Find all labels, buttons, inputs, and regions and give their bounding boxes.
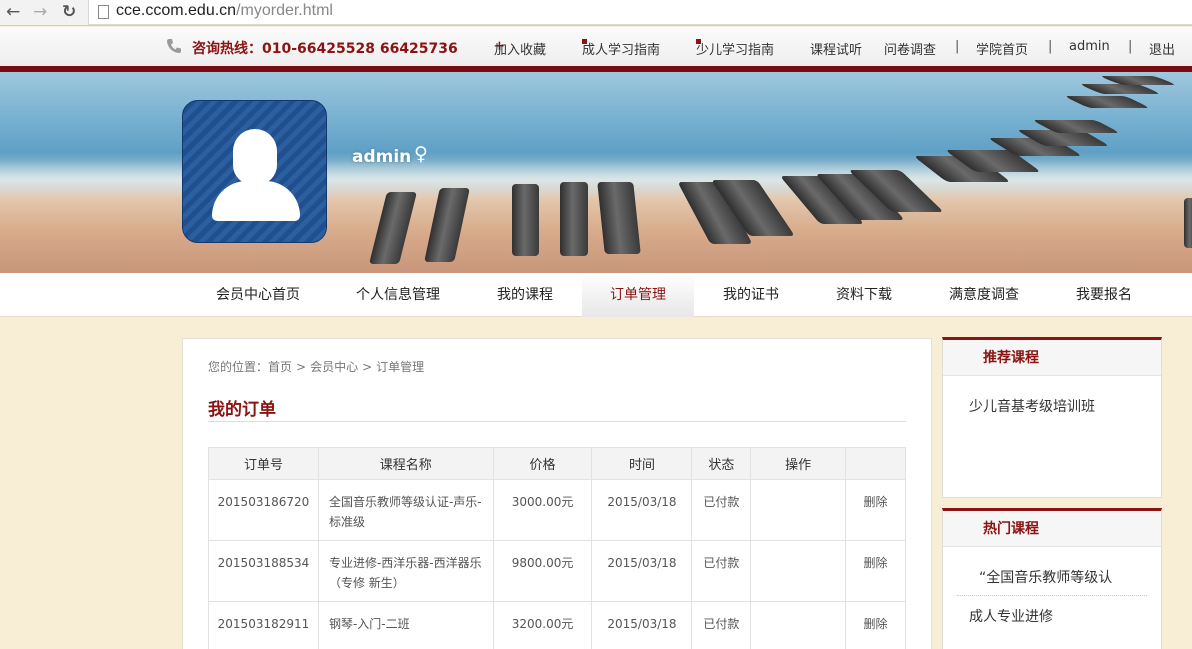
column-header: 订单号	[208, 447, 319, 480]
breadcrumb-prefix: 您的位置：	[208, 360, 269, 374]
table-header-row: 订单号 课程名称 价格 时间 状态 操作	[208, 447, 906, 480]
banner-post	[597, 182, 641, 254]
link-survey[interactable]: 问卷调查	[884, 39, 936, 58]
url-path: /myorder.html	[236, 2, 333, 19]
tab-enroll[interactable]: 我要报名	[1048, 273, 1160, 317]
table-row: 201503188534 专业进修-西洋乐器-西洋器乐（专修 新生） 9800.…	[208, 540, 906, 602]
recommended-title: 推荐课程	[943, 340, 1161, 376]
column-header: 时间	[591, 447, 693, 480]
column-header	[845, 447, 906, 480]
order-price: 9800.00元	[492, 540, 593, 602]
order-date: 2015/03/18	[591, 479, 693, 541]
separator: |	[955, 39, 960, 54]
tab-my-courses[interactable]: 我的课程	[469, 273, 581, 317]
breadcrumb-member-center[interactable]: 会员中心	[310, 360, 358, 374]
banner-post	[560, 182, 588, 256]
link-admin[interactable]: admin	[1069, 39, 1110, 54]
title-divider	[208, 421, 906, 422]
avatar[interactable]	[182, 100, 327, 243]
order-operation	[750, 479, 847, 541]
table-row: 201503186720 全国音乐教师等级认证-声乐-标准级 3000.00元 …	[208, 479, 906, 541]
link-college-home[interactable]: 学院首页	[976, 39, 1028, 58]
column-header: 价格	[492, 447, 593, 480]
delete-button[interactable]: 删除	[845, 479, 906, 541]
hot-title: 热门课程	[943, 511, 1161, 547]
tab-profile[interactable]: 个人信息管理	[342, 273, 454, 317]
order-status: 已付款	[691, 540, 752, 602]
banner-post	[1184, 198, 1192, 248]
tab-certificates[interactable]: 我的证书	[695, 273, 807, 317]
avatar-body	[212, 181, 300, 221]
recommended-course-link[interactable]: 少儿音基考级培训班	[943, 376, 1161, 416]
column-header: 状态	[691, 447, 752, 480]
breadcrumb-separator: >	[296, 360, 307, 374]
forward-icon[interactable]: →	[33, 2, 47, 22]
page-title: 我的订单	[208, 400, 276, 420]
delete-button[interactable]: 删除	[845, 540, 906, 602]
tab-downloads[interactable]: 资料下载	[808, 273, 920, 317]
order-panel: 您的位置：首页 > 会员中心 > 订单管理 我的订单 订单号 课程名称 价格 时间 状态…	[182, 338, 932, 649]
link-label: 加入收藏	[494, 43, 547, 58]
profile-username: admin	[352, 147, 412, 167]
page-icon	[98, 5, 109, 19]
order-id: 201503182911	[208, 601, 319, 649]
hot-course-link[interactable]: “全国音乐教师等级认	[943, 547, 1161, 595]
table-row: 201503182911 钢琴-入门-二班 3200.00元 2015/03/1…	[208, 601, 906, 649]
site-topbar: 咨询热线：010-66425528 66425736 + 加入收藏 成人学习指南 …	[0, 27, 1192, 66]
female-icon: ♀	[414, 143, 428, 165]
url-text[interactable]: cce.ccom.edu.cn/myorder.html	[116, 2, 333, 20]
link-label: 成人学习指南	[582, 43, 661, 58]
order-date: 2015/03/18	[591, 601, 693, 649]
hotline-text: 咨询热线：010-66425528 66425736	[192, 41, 458, 57]
breadcrumb-orders: 订单管理	[376, 360, 425, 374]
breadcrumb: 您的位置：首页 > 会员中心 > 订单管理	[208, 358, 428, 375]
url-host: cce.ccom.edu.cn	[116, 2, 237, 19]
order-price: 3200.00元	[492, 601, 593, 649]
separator: |	[1048, 39, 1053, 54]
phone-icon	[166, 38, 182, 54]
reload-icon[interactable]: ↻	[62, 2, 76, 22]
order-id: 201503188534	[208, 540, 319, 602]
banner-post	[1063, 96, 1151, 108]
separator: |	[1128, 39, 1133, 54]
browser-toolbar: ← → ↻ cce.ccom.edu.cn/myorder.html	[0, 0, 1192, 26]
avatar-head	[233, 129, 277, 185]
delete-button[interactable]: 删除	[845, 601, 906, 649]
course-name: 全国音乐教师等级认证-声乐-标准级	[317, 479, 494, 541]
order-operation	[750, 601, 847, 649]
member-nav: 会员中心首页 个人信息管理 我的课程 订单管理 我的证书 资料下载 满意度调查 …	[0, 273, 1192, 317]
tab-orders[interactable]: 订单管理	[582, 273, 694, 317]
banner-post	[512, 184, 539, 256]
link-label: 少儿学习指南	[696, 43, 775, 58]
hot-courses-box: 热门课程 “全国音乐教师等级认 成人专业进修	[942, 508, 1162, 649]
order-price: 3000.00元	[492, 479, 593, 541]
orders-table: 订单号 课程名称 价格 时间 状态 操作 201503186720 全国音乐教师…	[208, 447, 906, 649]
link-logout[interactable]: 退出	[1149, 39, 1175, 58]
profile-banner	[0, 72, 1192, 273]
column-header: 课程名称	[317, 447, 494, 480]
banner-post	[1078, 84, 1162, 94]
order-date: 2015/03/18	[591, 540, 693, 602]
back-icon[interactable]: ←	[6, 2, 20, 22]
banner-post	[369, 192, 417, 264]
order-status: 已付款	[691, 479, 752, 541]
course-name: 专业进修-西洋乐器-西洋器乐（专修 新生）	[317, 540, 494, 602]
tab-satisfaction[interactable]: 满意度调查	[928, 273, 1040, 317]
tab-member-home[interactable]: 会员中心首页	[202, 273, 314, 317]
order-status: 已付款	[691, 601, 752, 649]
link-trial-class[interactable]: 课程试听	[810, 39, 862, 58]
course-name: 钢琴-入门-二班	[317, 601, 494, 649]
hot-course-link[interactable]: 成人专业进修	[943, 596, 1161, 626]
column-header: 操作	[750, 447, 847, 480]
recommended-courses-box: 推荐课程 少儿音基考级培训班	[942, 337, 1162, 498]
order-id: 201503186720	[208, 479, 319, 541]
breadcrumb-separator: >	[362, 360, 373, 374]
address-bar[interactable]: cce.ccom.edu.cn/myorder.html	[88, 0, 1192, 25]
breadcrumb-home[interactable]: 首页	[268, 360, 292, 374]
order-operation	[750, 540, 847, 602]
